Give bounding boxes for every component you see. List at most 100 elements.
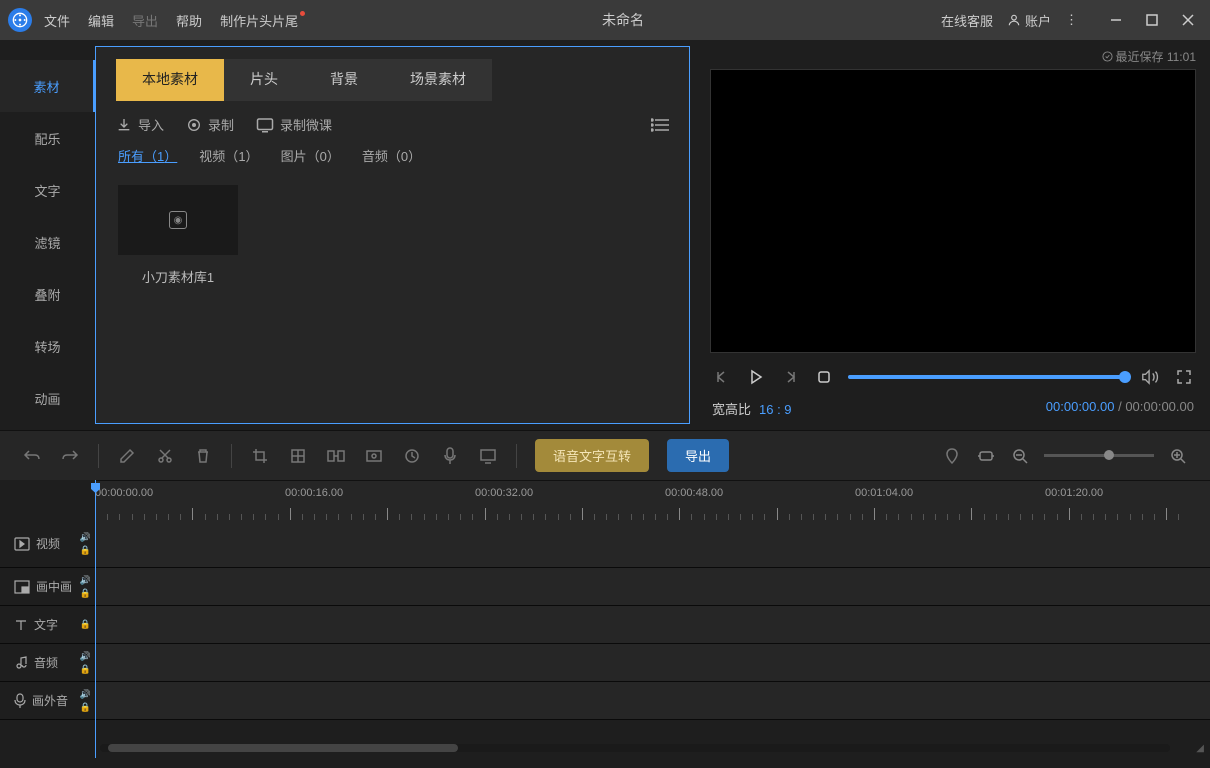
view-toggle[interactable] [651, 118, 669, 132]
minimize-button[interactable] [1102, 6, 1130, 34]
sidebar-item-music[interactable]: 配乐 [0, 112, 95, 164]
track-lane[interactable] [95, 644, 1210, 681]
mosaic-button[interactable] [288, 446, 308, 466]
fullscreen-button[interactable] [1174, 367, 1194, 387]
menu-help[interactable]: 帮助 [176, 11, 202, 30]
progress-bar[interactable] [848, 375, 1126, 379]
media-item-label: 小刀素材库1 [142, 267, 214, 286]
save-status: 最近保存 11:01 [710, 48, 1196, 69]
timeline: 00:00:00.00 00:00:16.00 00:00:32.00 00:0… [0, 480, 1210, 758]
maximize-button[interactable] [1138, 6, 1166, 34]
track-voiceover[interactable]: 画外音 🔊🔒 [0, 682, 1210, 720]
track-pip[interactable]: 画中画 🔊🔒 [0, 568, 1210, 606]
cut-button[interactable] [155, 446, 175, 466]
redo-button[interactable] [60, 446, 80, 466]
tab-background[interactable]: 背景 [304, 59, 384, 101]
sidebar-item-animation[interactable]: 动画 [0, 372, 95, 424]
record-button[interactable]: 录制 [186, 115, 234, 134]
sidebar-item-material[interactable]: 素材 [0, 60, 95, 112]
track-text[interactable]: 文字 🔒 [0, 606, 1210, 644]
time-duration: 00:00:00.00 [1125, 399, 1194, 414]
sidebar-item-text[interactable]: 文字 [0, 164, 95, 216]
account-menu[interactable]: 账户 [1007, 11, 1051, 30]
pip-icon [14, 580, 30, 594]
volume-icon[interactable]: 🔊 [80, 532, 91, 543]
sidebar: 素材 配乐 文字 滤镜 叠附 转场 动画 [0, 40, 95, 430]
lock-icon[interactable]: 🔒 [80, 545, 91, 556]
more-menu[interactable]: ⋮ [1065, 12, 1078, 28]
track-lane[interactable] [95, 682, 1210, 719]
media-thumbnail: ◉ [118, 185, 238, 255]
ruler-label: 00:00:00.00 [95, 487, 153, 499]
volume-icon[interactable]: 🔊 [80, 689, 91, 700]
next-frame-button[interactable] [780, 367, 800, 387]
play-button[interactable] [746, 367, 766, 387]
record-course-button[interactable]: 录制微课 [256, 115, 332, 134]
time-current: 00:00:00.00 [1046, 399, 1115, 414]
track-video[interactable]: 视频 🔊🔒 [0, 520, 1210, 568]
menu-export[interactable]: 导出 [132, 11, 158, 30]
track-lane[interactable] [95, 606, 1210, 643]
ruler-label: 00:00:48.00 [665, 487, 723, 499]
edit-button[interactable] [117, 446, 137, 466]
stop-button[interactable] [814, 367, 834, 387]
lock-icon[interactable]: 🔒 [80, 588, 91, 599]
lock-icon[interactable]: 🔒 [80, 702, 91, 713]
horizontal-scrollbar[interactable] [100, 744, 1170, 752]
preview-info: 宽高比16 : 9 00:00:00.00 / 00:00:00.00 [710, 395, 1196, 422]
zoom-in-button[interactable] [1168, 446, 1188, 466]
tab-local[interactable]: 本地素材 [116, 59, 224, 101]
track-lane[interactable] [95, 520, 1210, 567]
media-item[interactable]: ◉ 小刀素材库1 [118, 185, 238, 286]
filter-image[interactable]: 图片（0） [281, 146, 340, 165]
ratio-value[interactable]: 16 : 9 [759, 402, 792, 417]
sidebar-item-filter[interactable]: 滤镜 [0, 216, 95, 268]
undo-button[interactable] [22, 446, 42, 466]
menu-edit[interactable]: 编辑 [88, 11, 114, 30]
resize-grip[interactable]: ◢ [1196, 743, 1204, 754]
track-audio[interactable]: 音频 🔊 🔒 [0, 644, 1210, 682]
check-circle-icon [1102, 51, 1113, 62]
media-tabs: 本地素材 片头 背景 场景素材 [116, 59, 669, 101]
filter-audio[interactable]: 音频（0） [362, 146, 421, 165]
import-label: 导入 [138, 115, 164, 134]
filter-all[interactable]: 所有（1） [118, 146, 177, 165]
screen-button[interactable] [478, 446, 498, 466]
online-service-link[interactable]: 在线客服 [941, 11, 993, 30]
track-lane[interactable] [95, 568, 1210, 605]
crop-button[interactable] [250, 446, 270, 466]
close-button[interactable] [1174, 6, 1202, 34]
record-icon [186, 117, 202, 133]
voice-button[interactable] [440, 446, 460, 466]
lock-icon[interactable]: 🔒 [80, 619, 91, 630]
volume-icon[interactable]: 🔊 [80, 651, 91, 662]
menu-file[interactable]: 文件 [44, 11, 70, 30]
sidebar-item-overlay[interactable]: 叠附 [0, 268, 95, 320]
scrollbar-thumb[interactable] [108, 744, 458, 752]
volume-button[interactable] [1140, 367, 1160, 387]
lock-icon[interactable]: 🔒 [80, 664, 91, 675]
zoom-out-button[interactable] [1010, 446, 1030, 466]
fit-button[interactable] [976, 446, 996, 466]
timeline-ruler[interactable]: 00:00:00.00 00:00:16.00 00:00:32.00 00:0… [95, 480, 1210, 520]
prev-frame-button[interactable] [712, 367, 732, 387]
ruler-label: 00:01:20.00 [1045, 487, 1103, 499]
volume-icon[interactable]: 🔊 [80, 575, 91, 586]
preview-viewport[interactable] [710, 69, 1196, 353]
delete-button[interactable] [193, 446, 213, 466]
freeze-button[interactable] [326, 446, 346, 466]
speed-button[interactable] [402, 446, 422, 466]
export-button[interactable]: 导出 [667, 439, 729, 472]
voice-text-button[interactable]: 语音文字互转 [535, 439, 649, 472]
tab-intro[interactable]: 片头 [224, 59, 304, 101]
filter-video[interactable]: 视频（1） [199, 146, 258, 165]
tab-scene[interactable]: 场景素材 [384, 59, 492, 101]
sidebar-item-transition[interactable]: 转场 [0, 320, 95, 372]
import-button[interactable]: 导入 [116, 115, 164, 134]
marker-button[interactable] [942, 446, 962, 466]
zoom-button[interactable] [364, 446, 384, 466]
menu-intro-outro[interactable]: 制作片头片尾 [220, 11, 305, 30]
divider [231, 444, 232, 468]
track-label: 音频 [34, 654, 58, 671]
zoom-slider[interactable] [1044, 454, 1154, 457]
